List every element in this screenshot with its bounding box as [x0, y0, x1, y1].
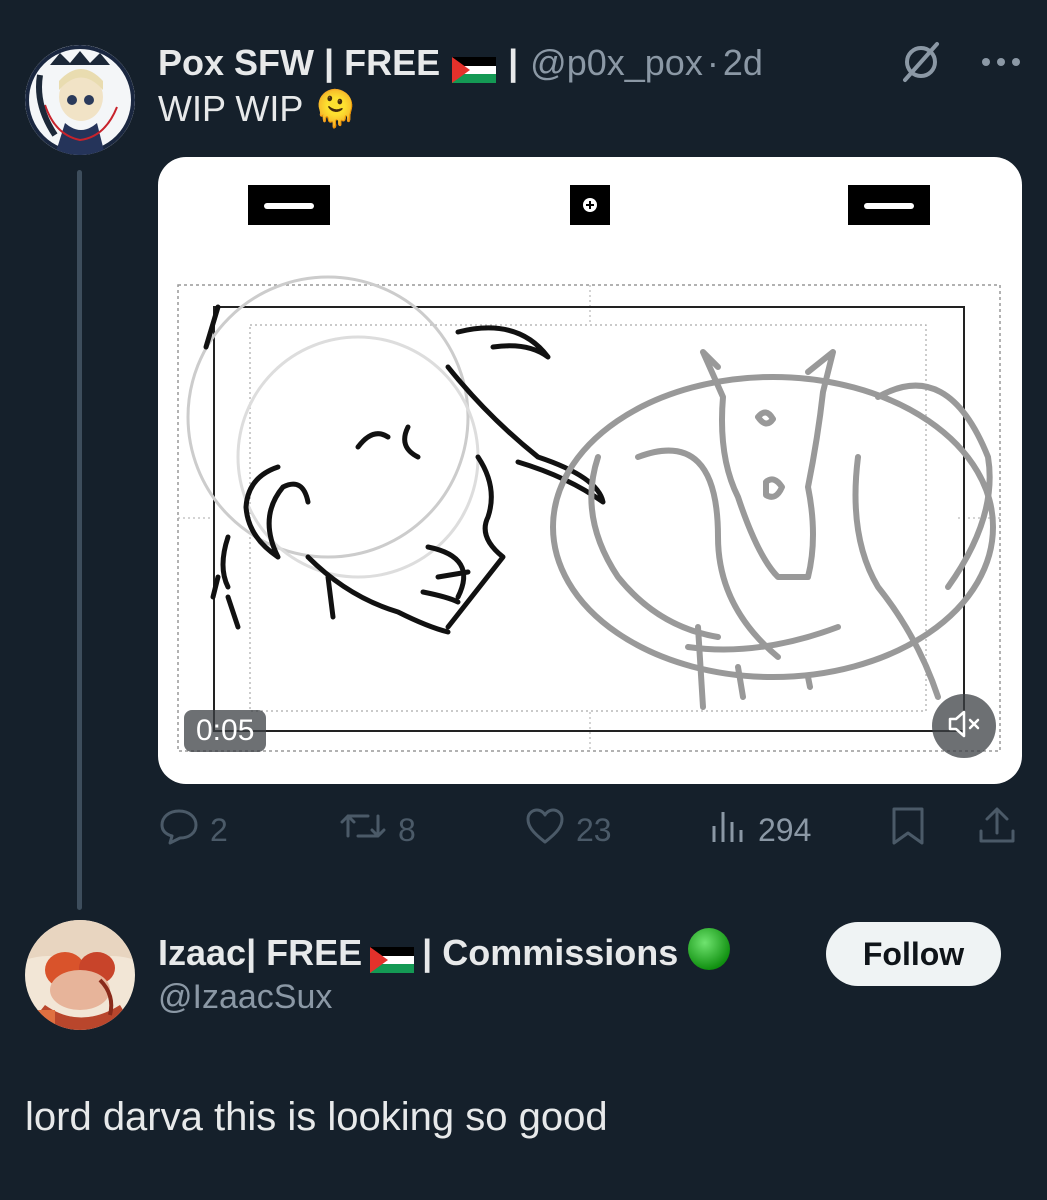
green-circle-icon: [686, 926, 732, 981]
bookmark-button[interactable]: [890, 800, 926, 860]
reply-name-part1: Izaac| FREE: [158, 932, 363, 973]
views-button[interactable]: 294: [708, 800, 811, 860]
grok-icon[interactable]: [899, 40, 943, 89]
more-icon[interactable]: [979, 55, 1023, 74]
retweet-button[interactable]: 8: [338, 800, 416, 860]
views-icon: [708, 806, 748, 854]
tweet-author-avatar[interactable]: [25, 45, 135, 155]
share-button[interactable]: [976, 800, 1018, 860]
video-timestamp: 0:05: [184, 710, 267, 752]
video-frame-sketch: [177, 185, 1001, 752]
tweet-timestamp[interactable]: 2d: [723, 42, 763, 84]
tweet-header: Pox SFW | FREE | @p0x_pox · 2d: [158, 38, 763, 88]
reply-author-name[interactable]: Izaac| FREE | Commissions: [158, 925, 732, 981]
mute-button[interactable]: [932, 694, 996, 758]
reply-count: 2: [210, 811, 228, 848]
mute-icon: [947, 709, 981, 744]
like-button[interactable]: 23: [524, 800, 612, 860]
palestine-flag-icon: [452, 50, 497, 83]
tweet-video[interactable]: 0:05: [158, 157, 1022, 784]
reply-name-part2: | Commissions: [422, 932, 679, 973]
reply-author-handle[interactable]: @IzaacSux: [158, 978, 332, 1017]
follow-button[interactable]: Follow: [826, 922, 1001, 986]
reply-icon: [158, 805, 200, 855]
reply-author-avatar[interactable]: [25, 920, 135, 1030]
reply-button[interactable]: 2: [158, 800, 228, 860]
palestine-flag-icon: [370, 940, 415, 973]
like-count: 23: [576, 811, 612, 848]
retweet-icon: [338, 806, 388, 854]
bookmark-icon: [890, 805, 926, 855]
name-separator: |: [508, 42, 519, 83]
melting-face-emoji: 🫠: [313, 88, 359, 129]
views-count: 294: [758, 811, 812, 848]
tweet-body: WIP WIP: [158, 88, 304, 129]
meta-dot: ·: [706, 42, 719, 83]
tweet-top-actions: [899, 40, 1023, 89]
reply-text: lord darva this is looking so good: [25, 1095, 608, 1139]
tweet-text: WIP WIP 🫠: [158, 88, 358, 130]
like-icon: [524, 806, 566, 854]
share-icon: [976, 805, 1018, 855]
tweet-action-bar: 2 8 23 294: [158, 800, 1022, 860]
thread-connector-line: [77, 170, 82, 910]
tweet-author-name[interactable]: Pox SFW | FREE: [158, 42, 440, 84]
tweet-author-handle[interactable]: @p0x_pox: [530, 42, 703, 84]
retweet-count: 8: [398, 811, 416, 848]
